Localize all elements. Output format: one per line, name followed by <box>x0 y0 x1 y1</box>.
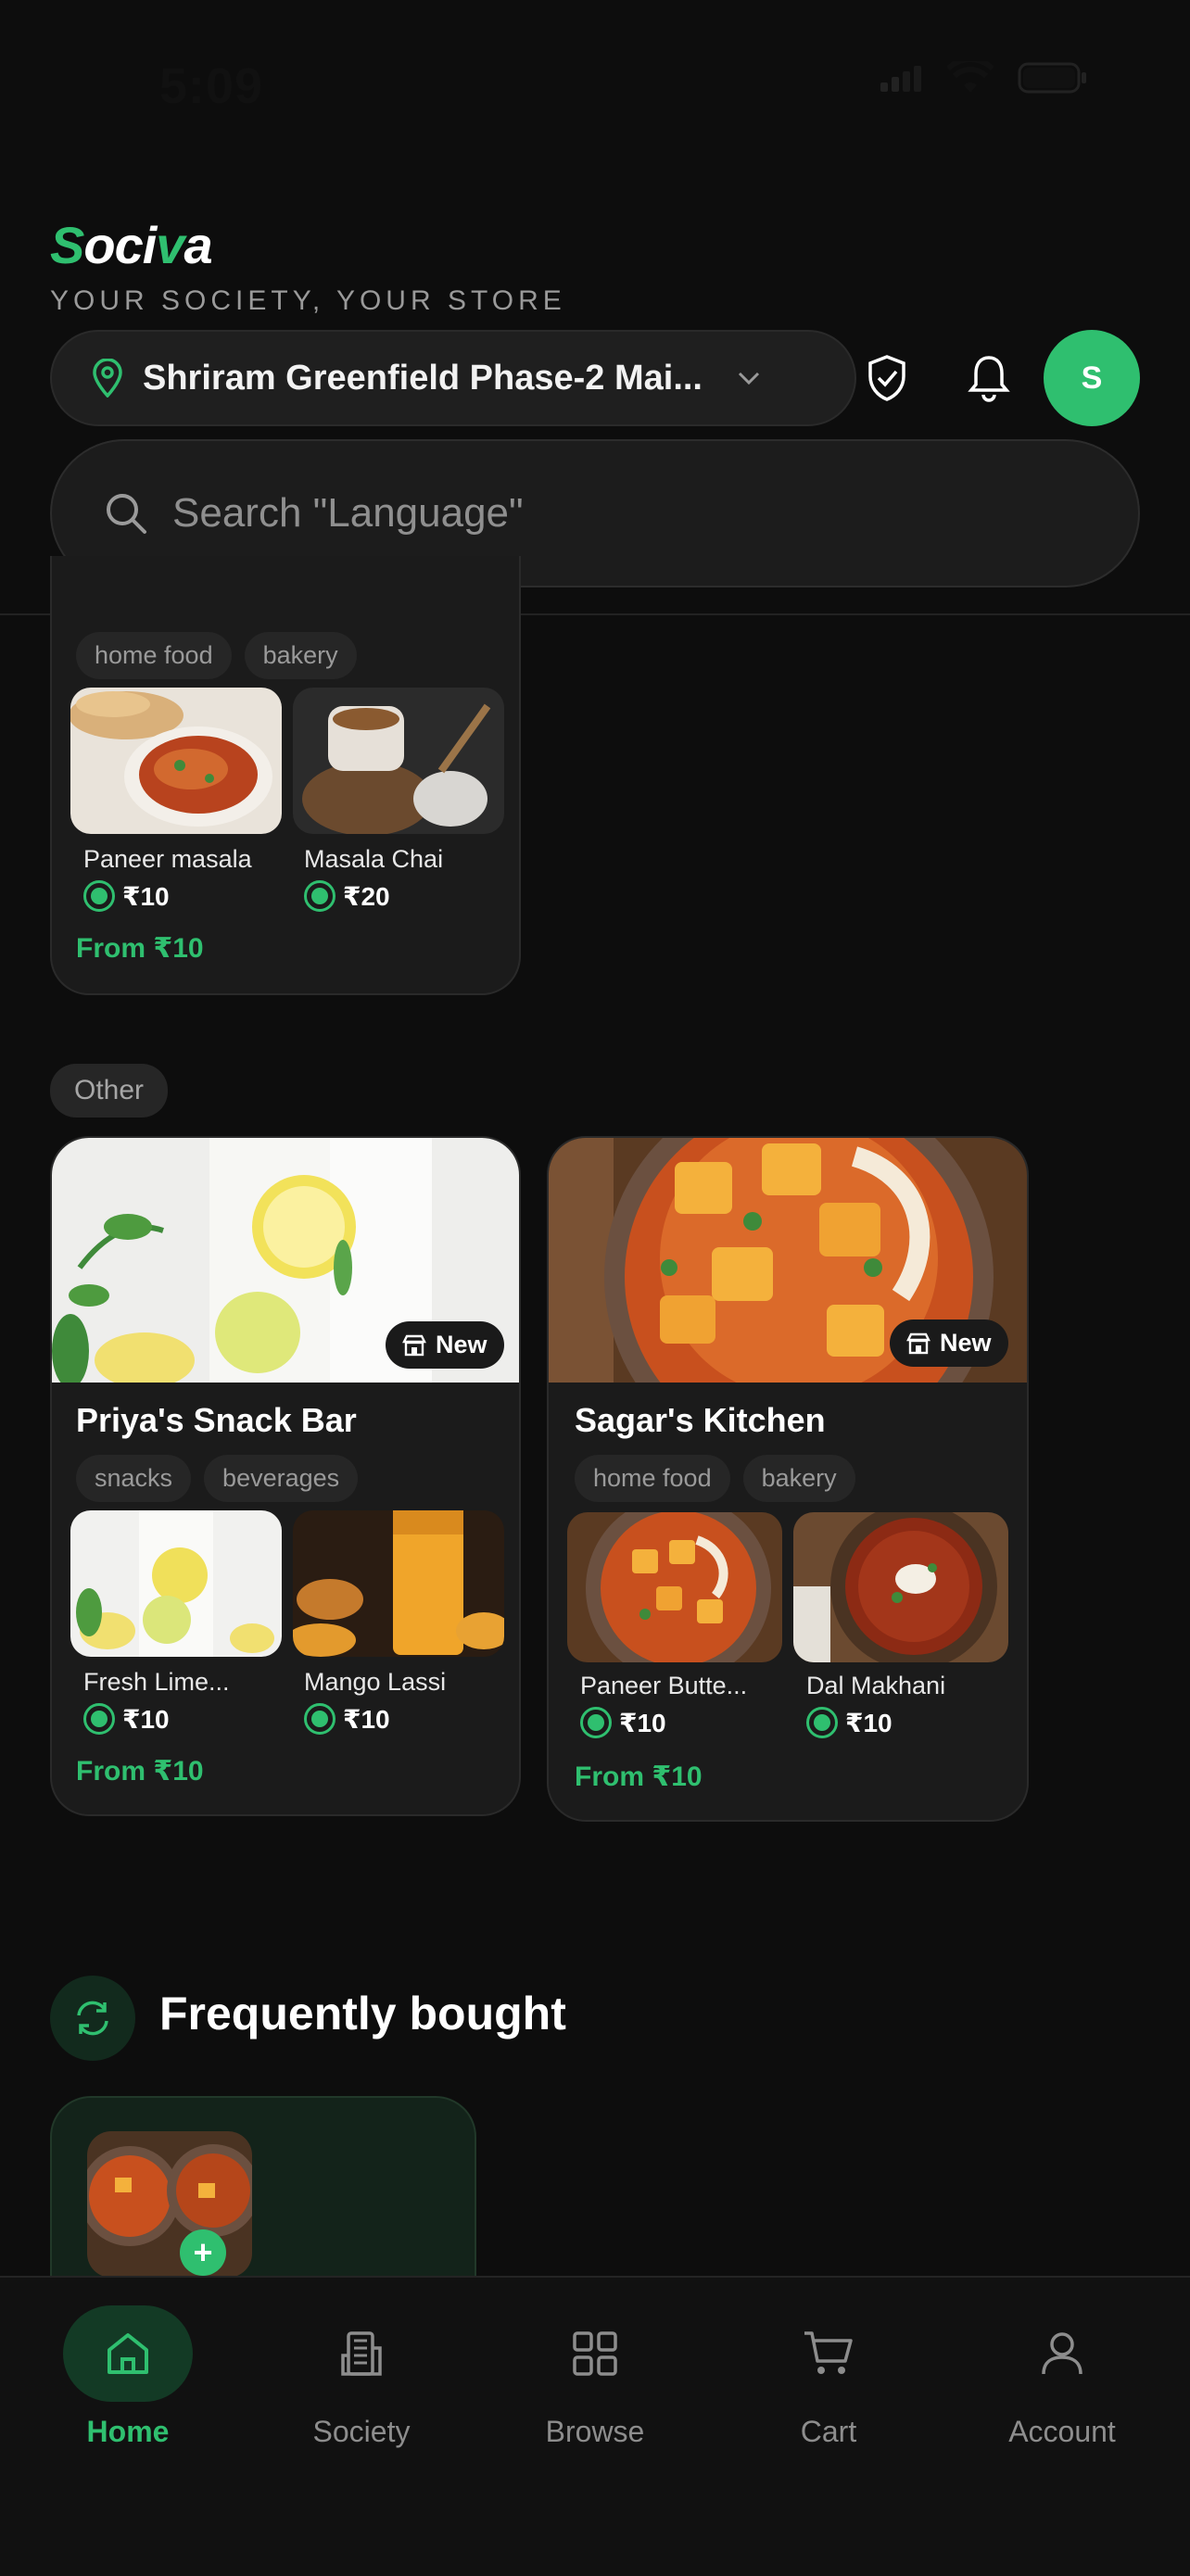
tab-label: Cart <box>800 2415 857 2448</box>
tag: beverages <box>204 1455 359 1502</box>
tab-cart[interactable]: Cart <box>736 2305 921 2449</box>
tab-society[interactable]: Society <box>269 2305 454 2449</box>
store-card-partial[interactable]: home food bakery Paneer masala ₹10 Masala… <box>50 556 521 995</box>
item-name: Dal Makhani <box>806 1672 946 1699</box>
battery-icon <box>1018 62 1086 94</box>
item-price: ₹10 <box>806 1707 892 1738</box>
tag: home food <box>76 632 232 679</box>
store-tags: home food bakery <box>575 1455 868 1502</box>
user-icon <box>997 2305 1127 2402</box>
tab-label: Home <box>86 2415 170 2448</box>
item-price: ₹10 <box>83 1703 170 1735</box>
status-time: 5:09 <box>159 58 264 114</box>
item-image-dal-makhani <box>793 1512 1008 1662</box>
tab-label: Society <box>312 2415 411 2448</box>
new-badge: New <box>386 1321 504 1369</box>
location-pin-icon <box>91 359 124 398</box>
new-badge: New <box>890 1320 1008 1367</box>
store-tags: home food bakery <box>76 632 370 679</box>
search-placeholder: Search "Language" <box>172 490 524 536</box>
veg-icon <box>580 1707 612 1738</box>
frequently-bought-title: Frequently bought <box>159 1988 566 2039</box>
item-name: Mango Lassi <box>304 1668 447 1696</box>
tab-browse[interactable]: Browse <box>502 2305 688 2449</box>
refresh-icon <box>50 1976 135 2061</box>
from-price: From ₹10 <box>76 1756 204 1787</box>
item-image-masala-chai <box>293 688 504 834</box>
search-icon <box>104 491 148 536</box>
veg-icon <box>304 1703 335 1735</box>
item-name: Paneer masala <box>83 845 252 873</box>
signal-icon <box>880 66 921 92</box>
veg-icon <box>83 880 115 912</box>
item-price: ₹20 <box>304 880 390 912</box>
tag: home food <box>575 1455 730 1502</box>
item-name: Fresh Lime... <box>83 1668 230 1696</box>
add-button[interactable]: + <box>180 2229 226 2276</box>
cart-icon <box>764 2305 893 2402</box>
veg-icon <box>304 880 335 912</box>
tagline: YOUR SOCIETY, YOUR STORE <box>50 285 566 316</box>
item-price: ₹10 <box>304 1703 390 1735</box>
avatar[interactable]: S <box>1044 330 1140 426</box>
chevron-down-icon <box>736 370 762 386</box>
bell-icon[interactable] <box>961 350 1017 406</box>
store-card-sagars-kitchen[interactable]: New Sagar's Kitchen home food bakery Pane… <box>547 1136 1029 1822</box>
tab-label: Account <box>1008 2415 1116 2448</box>
veg-icon <box>83 1703 115 1735</box>
section-label: Other <box>50 1064 169 1118</box>
tag: snacks <box>76 1455 192 1502</box>
app-logo: Sociva <box>50 216 213 274</box>
grid-icon <box>530 2305 660 2402</box>
store-icon <box>906 1332 930 1354</box>
item-price: ₹10 <box>83 880 170 912</box>
home-icon <box>63 2305 193 2402</box>
item-name: Paneer Butte... <box>580 1672 748 1699</box>
from-price: From ₹10 <box>575 1762 703 1792</box>
store-card-priyas-snack-bar[interactable]: New Priya's Snack Bar snacks beverages Fr… <box>50 1136 521 1816</box>
store-name: Sagar's Kitchen <box>575 1401 826 1439</box>
wifi-icon <box>947 61 994 93</box>
bottom-tab-bar: Home Society Browse Cart Account <box>0 2276 1190 2576</box>
tag: bakery <box>244 632 357 679</box>
item-price: ₹10 <box>580 1707 666 1738</box>
veg-icon <box>806 1707 838 1738</box>
location-text: Shriram Greenfield Phase-2 Mai... <box>143 358 703 398</box>
building-icon <box>297 2305 426 2402</box>
from-price: From ₹10 <box>76 933 204 964</box>
item-name: Masala Chai <box>304 845 444 873</box>
item-image-paneer-butter <box>567 1512 782 1662</box>
tab-label: Browse <box>545 2415 645 2448</box>
tab-account[interactable]: Account <box>969 2305 1155 2449</box>
store-tags: snacks beverages <box>76 1455 371 1502</box>
status-icons <box>880 61 1088 95</box>
shield-icon[interactable] <box>859 350 915 406</box>
frequently-bought-image <box>87 2131 252 2278</box>
tag: bakery <box>742 1455 855 1502</box>
location-selector[interactable]: Shriram Greenfield Phase-2 Mai... <box>50 330 856 426</box>
tab-home[interactable]: Home <box>35 2305 221 2449</box>
item-image-mango-lassi <box>293 1510 504 1657</box>
item-image-paneer-masala <box>70 688 282 834</box>
store-icon <box>402 1334 426 1356</box>
item-image-fresh-lime <box>70 1510 282 1657</box>
store-name: Priya's Snack Bar <box>76 1401 357 1439</box>
